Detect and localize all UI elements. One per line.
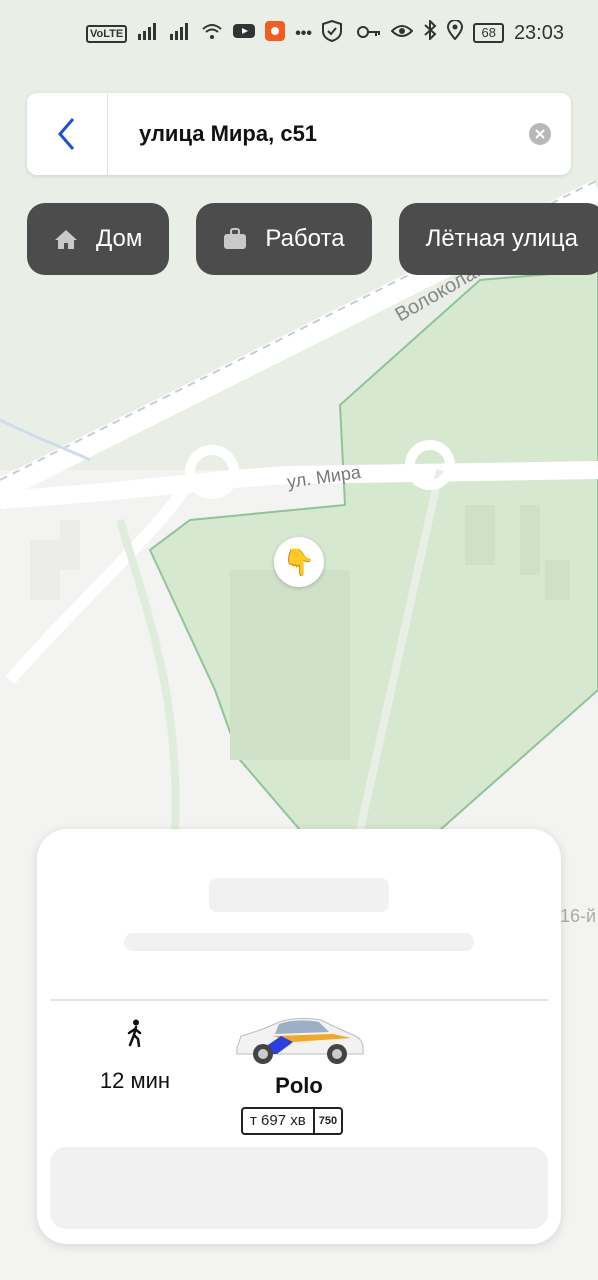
car-icon — [236, 1017, 364, 1064]
chip-letnaya[interactable]: Лётная улица — [398, 203, 598, 275]
car-option[interactable]: Polo — [229, 1014, 369, 1099]
walking-icon — [127, 1019, 142, 1048]
plate-region: 750 — [318, 1115, 338, 1127]
search-input[interactable]: улица Мира, с51 — [139, 121, 317, 147]
signal-icon — [169, 22, 191, 45]
car-model: Polo — [275, 1073, 323, 1098]
license-plate: т 697 хв 750 — [241, 1107, 344, 1135]
status-bar: VoLTE ••• 68 23:03 — [0, 0, 598, 70]
chip-home[interactable]: Дом — [27, 203, 170, 275]
loading-placeholder — [209, 878, 389, 912]
chip-label: Дом — [96, 225, 143, 252]
loading-placeholder — [124, 933, 474, 951]
bottom-card: 12 мин Polo т 697 хв 750 — [37, 829, 561, 1244]
chevron-left-icon — [58, 118, 75, 150]
walk-time: 12 мин — [99, 1068, 171, 1093]
search-bar[interactable]: улица Мира, с51 — [27, 93, 571, 175]
home-icon — [55, 230, 77, 249]
key-icon — [357, 22, 381, 45]
clock: 23:03 — [513, 21, 564, 44]
more-icon: ••• — [295, 24, 313, 42]
battery-icon: 68 — [473, 23, 504, 43]
wifi-icon — [201, 22, 223, 45]
bluetooth-icon — [423, 18, 437, 46]
map-pin[interactable]: 👇 — [274, 537, 324, 587]
side-label: 16-й — [560, 906, 596, 926]
briefcase-icon — [224, 228, 247, 249]
eye-icon — [391, 22, 414, 45]
action-placeholder — [50, 1147, 548, 1229]
chip-work[interactable]: Работа — [196, 203, 372, 275]
chip-label: Работа — [265, 225, 345, 252]
youtube-icon — [233, 23, 256, 44]
divider — [50, 999, 548, 1001]
clear-button[interactable] — [529, 123, 551, 145]
pointing-down-icon: 👇 — [282, 546, 316, 577]
volte-icon: VoLTE — [86, 24, 128, 43]
quick-destinations: Дом Работа Лётная улица — [27, 203, 598, 275]
plate-number: т 697 хв — [243, 1109, 315, 1133]
walk-option[interactable]: 12 мин — [87, 1019, 183, 1094]
location-icon — [447, 19, 464, 46]
app-icon — [265, 21, 286, 46]
signal-icon — [137, 22, 159, 45]
shield-icon — [322, 19, 343, 47]
close-icon — [535, 129, 545, 139]
chip-label: Лётная улица — [425, 225, 578, 252]
back-button[interactable] — [27, 93, 108, 175]
